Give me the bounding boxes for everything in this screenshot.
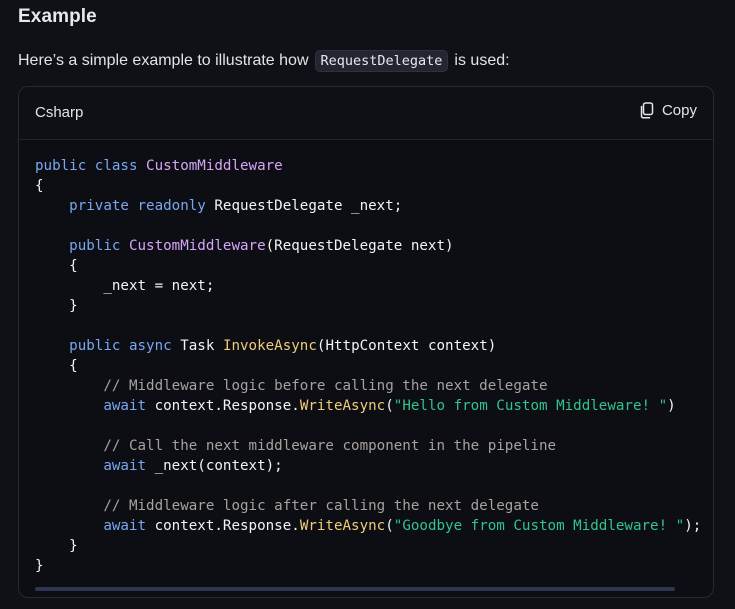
- intro-paragraph: Here’s a simple example to illustrate ho…: [18, 50, 510, 72]
- intro-text-after: is used:: [454, 52, 510, 69]
- code-token: WriteAsync: [299, 398, 386, 414]
- code-line: private readonly RequestDelegate _next;: [35, 196, 711, 216]
- code-token: );: [684, 518, 702, 534]
- code-token: (RequestDelegate next): [265, 238, 454, 254]
- code-token: // Middleware logic before calling the n…: [35, 378, 548, 394]
- code-token: context.Response.: [154, 518, 300, 534]
- code-token: "Hello from Custom Middleware! ": [393, 398, 668, 414]
- code-token: CustomMiddleware: [128, 238, 266, 254]
- code-token: (: [385, 398, 394, 414]
- code-token: RequestDelegate _next;: [214, 198, 403, 214]
- code-token: "Goodbye from Custom Middleware! ": [393, 518, 685, 534]
- code-token: public class: [35, 158, 147, 174]
- code-content[interactable]: public class CustomMiddleware { private r…: [35, 156, 711, 576]
- code-line: await context.Response.WriteAsync("Hello…: [35, 396, 711, 416]
- code-line: public async Task InvokeAsync(HttpContex…: [35, 336, 711, 356]
- copy-button-label: Copy: [661, 102, 697, 119]
- code-token: await: [35, 458, 155, 474]
- code-token: private readonly: [35, 198, 215, 214]
- code-token: context.Response.: [154, 398, 300, 414]
- code-token: // Middleware logic after calling the ne…: [35, 498, 539, 514]
- code-token: (: [385, 518, 394, 534]
- section-heading: Example: [18, 6, 97, 27]
- code-language-label: Csharp: [35, 104, 84, 121]
- code-line: public class CustomMiddleware: [35, 156, 711, 176]
- code-token: {: [35, 258, 78, 274]
- code-token: }: [35, 298, 78, 314]
- code-token: }: [35, 558, 44, 574]
- code-line: await _next(context);: [35, 456, 711, 476]
- code-token: // Call the next middleware component in…: [35, 438, 557, 454]
- code-block-header: Csharp Copy: [19, 87, 713, 140]
- code-line: }: [35, 556, 711, 576]
- code-line: {: [35, 256, 711, 276]
- code-line: {: [35, 356, 711, 376]
- code-token: await: [35, 518, 155, 534]
- code-token: WriteAsync: [299, 518, 386, 534]
- code-token: InvokeAsync: [222, 338, 317, 354]
- code-block: Csharp Copy public class CustomMiddlewar…: [18, 86, 714, 598]
- code-token: public: [35, 238, 129, 254]
- horizontal-scrollbar[interactable]: [35, 587, 675, 591]
- code-line: }: [35, 296, 711, 316]
- code-line: {: [35, 176, 711, 196]
- code-line: // Call the next middleware component in…: [35, 436, 711, 456]
- intro-text-before: Here’s a simple example to illustrate ho…: [18, 52, 309, 69]
- code-token: {: [35, 358, 78, 374]
- code-token: Task: [180, 338, 223, 354]
- code-token: public async: [35, 338, 181, 354]
- code-token: }: [35, 538, 78, 554]
- code-line: await context.Response.WriteAsync("Goodb…: [35, 516, 711, 536]
- code-token: {: [35, 178, 44, 194]
- inline-code: RequestDelegate: [314, 50, 449, 72]
- code-line: public CustomMiddleware(RequestDelegate …: [35, 236, 711, 256]
- copy-button[interactable]: Copy: [639, 102, 697, 119]
- code-token: (HttpContext context): [316, 338, 497, 354]
- code-token: await: [35, 398, 155, 414]
- code-line: _next = next;: [35, 276, 711, 296]
- code-line: // Middleware logic after calling the ne…: [35, 496, 711, 516]
- code-token: CustomMiddleware: [146, 158, 283, 174]
- code-token: _next(context);: [154, 458, 283, 474]
- code-line: // Middleware logic before calling the n…: [35, 376, 711, 396]
- code-token: _next = next;: [35, 278, 215, 294]
- copy-icon: [639, 102, 654, 119]
- code-text: public class CustomMiddleware { private r…: [35, 156, 711, 576]
- code-token: ): [667, 398, 676, 414]
- code-line: }: [35, 536, 711, 556]
